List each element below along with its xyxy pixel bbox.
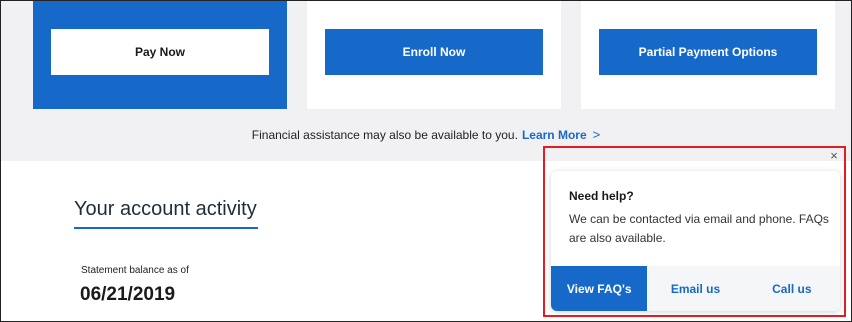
financial-assistance-text: Financial assistance may also be availab… — [251, 128, 518, 142]
partial-payment-button[interactable]: Partial Payment Options — [599, 29, 817, 75]
learn-more-link[interactable]: Learn More — [522, 128, 587, 142]
view-faqs-button[interactable]: View FAQ's — [551, 266, 648, 311]
enroll-now-button[interactable]: Enroll Now — [325, 29, 543, 75]
pay-now-card: Pay Now — [33, 1, 287, 109]
financial-assistance-notice: Financial assistance may also be availab… — [1, 127, 851, 142]
help-popup-title: Need help? — [569, 189, 634, 203]
help-popup-body: We can be contacted via email and phone.… — [569, 212, 829, 245]
help-popup-actions: View FAQ's Email us Call us — [551, 266, 840, 311]
account-activity-heading: Your account activity — [74, 198, 257, 220]
help-popup: Need help? We can be contacted via email… — [551, 171, 840, 311]
partial-payment-card: Partial Payment Options — [581, 1, 835, 109]
call-us-button[interactable]: Call us — [744, 266, 840, 311]
page-frame: Pay Now Enroll Now Partial Payment Optio… — [0, 0, 852, 322]
statement-balance-label: Statement balance as of — [81, 265, 189, 276]
chevron-right-icon[interactable]: > — [593, 127, 601, 142]
heading-underline — [74, 227, 258, 229]
close-icon[interactable]: × — [827, 149, 841, 163]
email-us-button[interactable]: Email us — [647, 266, 743, 311]
pay-now-button[interactable]: Pay Now — [51, 29, 269, 75]
statement-date: 06/21/2019 — [80, 284, 176, 305]
enroll-now-card: Enroll Now — [307, 1, 561, 109]
